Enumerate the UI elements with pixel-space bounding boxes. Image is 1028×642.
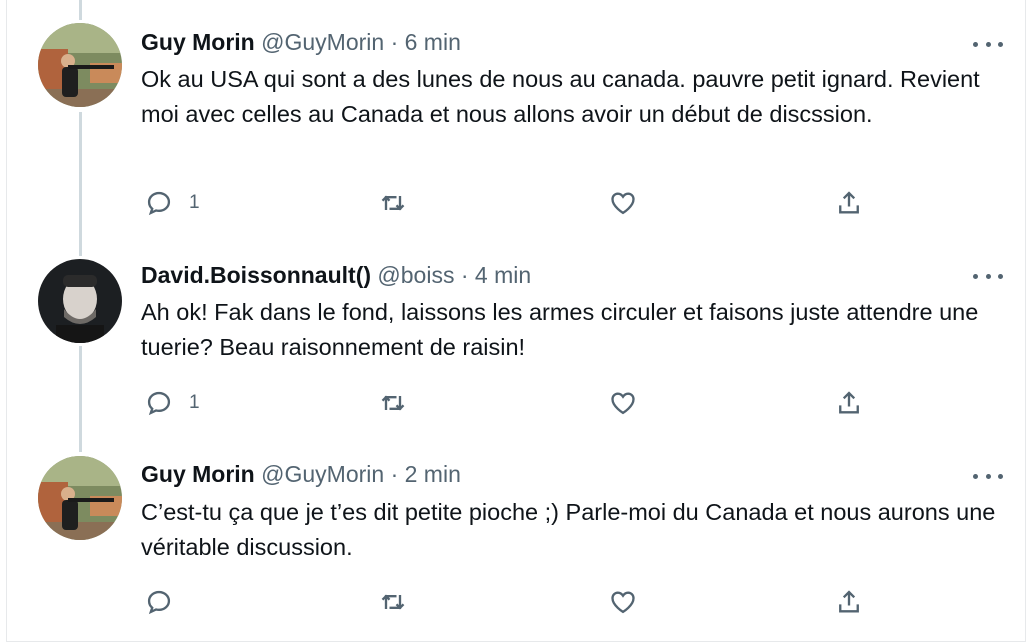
separator: ·	[390, 29, 399, 55]
author-handle[interactable]: @GuyMorin	[261, 461, 384, 487]
avatar[interactable]	[38, 23, 122, 107]
like-button[interactable]	[609, 386, 637, 420]
share-icon	[839, 391, 859, 414]
conversation-thread: Guy Morin @GuyMorin · 6 min Ok au USA qu…	[6, 0, 1026, 642]
timestamp[interactable]: 2 min	[405, 461, 461, 487]
tweet[interactable]: David.Boissonnault() @boiss · 4 min Ah o…	[7, 240, 1025, 440]
retweet-icon	[381, 594, 405, 610]
separator: ·	[390, 461, 399, 487]
author-name[interactable]: Guy Morin	[141, 461, 255, 487]
retweet-button[interactable]	[379, 386, 407, 420]
timestamp[interactable]: 4 min	[475, 262, 531, 288]
retweet-icon	[381, 195, 405, 211]
author-handle[interactable]: @GuyMorin	[261, 29, 384, 55]
tweet-header: David.Boissonnault() @boiss · 4 min	[141, 260, 531, 290]
tweet-text: C’est-tu ça que je t’es dit petite pioch…	[141, 499, 996, 560]
share-button[interactable]	[835, 186, 863, 220]
more-icon[interactable]	[973, 34, 1003, 54]
retweet-button[interactable]	[379, 585, 407, 619]
reply-icon	[147, 191, 171, 216]
like-icon	[611, 192, 635, 215]
tweet-actions: 1	[141, 386, 881, 420]
avatar[interactable]	[38, 259, 122, 343]
avatar[interactable]	[38, 456, 122, 540]
separator: ·	[460, 262, 469, 288]
share-icon	[839, 191, 859, 214]
tweet-actions	[141, 585, 881, 619]
tweet-actions: 1	[141, 186, 881, 220]
like-icon	[611, 591, 635, 614]
tweet[interactable]: Guy Morin @GuyMorin · 2 min C’est-tu ça …	[7, 440, 1025, 642]
reply-icon	[147, 391, 171, 416]
reply-button[interactable]: 1	[145, 186, 200, 220]
reply-icon	[147, 590, 171, 615]
tweet-header: Guy Morin @GuyMorin · 2 min	[141, 459, 461, 489]
share-button[interactable]	[835, 585, 863, 619]
tweet-text: Ah ok! Fak dans le fond, laissons les ar…	[141, 299, 979, 360]
reply-count: 1	[189, 392, 200, 413]
reply-count: 1	[189, 192, 200, 213]
retweet-button[interactable]	[379, 186, 407, 220]
more-icon[interactable]	[973, 466, 1003, 486]
share-button[interactable]	[835, 386, 863, 420]
reply-button[interactable]: 1	[145, 386, 200, 420]
like-icon	[611, 392, 635, 415]
timestamp[interactable]: 6 min	[405, 29, 461, 55]
like-button[interactable]	[609, 585, 637, 619]
tweet-header: Guy Morin @GuyMorin · 6 min	[141, 27, 461, 57]
author-handle[interactable]: @boiss	[377, 262, 454, 288]
share-icon	[839, 590, 859, 613]
tweet[interactable]: Guy Morin @GuyMorin · 6 min Ok au USA qu…	[7, 0, 1025, 240]
reply-button[interactable]	[145, 585, 189, 619]
like-button[interactable]	[609, 186, 637, 220]
more-icon[interactable]	[973, 266, 1003, 286]
author-name[interactable]: David.Boissonnault()	[141, 262, 371, 288]
retweet-icon	[381, 395, 405, 411]
tweet-text: Ok au USA qui sont a des lunes de nous a…	[141, 66, 980, 127]
author-name[interactable]: Guy Morin	[141, 29, 255, 55]
